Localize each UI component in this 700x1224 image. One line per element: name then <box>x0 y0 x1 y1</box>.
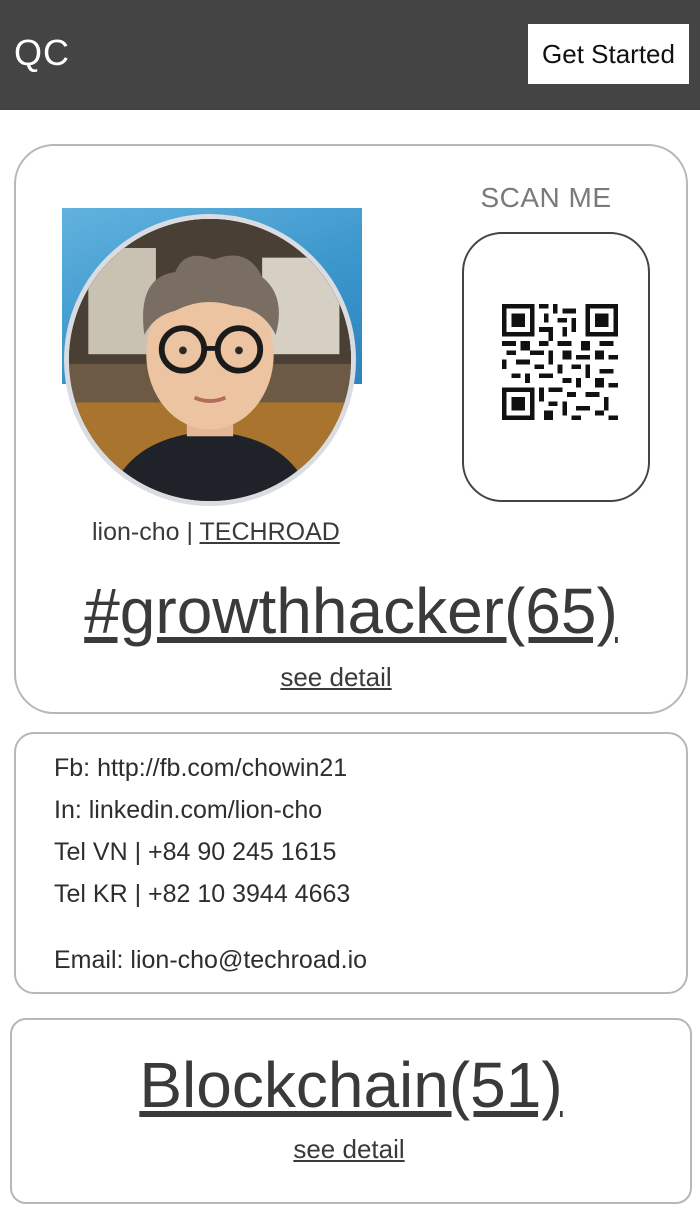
hashtag-link[interactable]: #growthhacker(65) <box>16 574 686 648</box>
contact-card: Fb: http://fb.com/chowin21 In: linkedin.… <box>14 732 688 994</box>
qr-code-frame <box>462 232 650 502</box>
avatar-image <box>69 219 351 501</box>
tel-kr-line: Tel KR | +82 10 3944 4663 <box>54 880 351 908</box>
get-started-button[interactable]: Get Started <box>528 24 689 84</box>
tel-vn-line: Tel VN | +84 90 245 1615 <box>54 838 337 866</box>
brand-logo[interactable]: QC <box>14 32 70 74</box>
see-detail-link[interactable]: see detail <box>16 662 656 693</box>
email-line: Email: lion-cho@techroad.io <box>54 946 368 974</box>
topic-card: Blockchain(51) see detail <box>10 1018 692 1204</box>
see-detail-link[interactable]: see detail <box>12 1134 686 1165</box>
facebook-line: Fb: http://fb.com/chowin21 <box>54 754 348 782</box>
avatar <box>64 214 356 506</box>
company-link[interactable]: TECHROAD <box>200 518 340 546</box>
scan-me-label: SCAN ME <box>480 182 612 213</box>
linkedin-line: In: linkedin.com/lion-cho <box>54 796 323 824</box>
top-bar: QC Get Started <box>0 0 700 110</box>
profile-handle: lion-cho <box>92 518 180 546</box>
qr-code-icon <box>502 304 618 420</box>
profile-photo <box>62 208 362 508</box>
handle-separator: | <box>186 518 194 546</box>
topic-title-link[interactable]: Blockchain(51) <box>12 1048 690 1122</box>
profile-card: lion-cho | TECHROAD SCAN ME #growthhacke… <box>14 144 688 714</box>
profile-handle-line: lion-cho | TECHROAD <box>92 518 340 547</box>
